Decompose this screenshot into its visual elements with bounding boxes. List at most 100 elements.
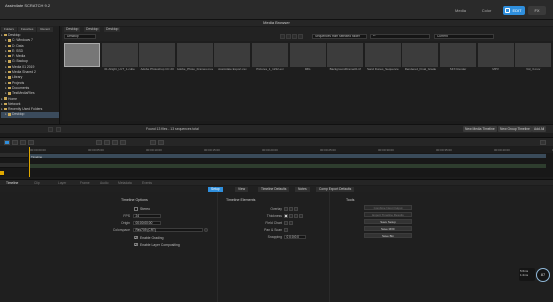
combine-nest-output-button[interactable]: Combine Nest Output	[364, 205, 412, 210]
thumbnail-image	[402, 43, 439, 67]
up-folder-button[interactable]	[292, 34, 297, 39]
save-bin-button[interactable]: Save Bin	[364, 233, 412, 238]
enable-layer-compositing-label: Enable Layer Compositing	[140, 242, 180, 247]
thumbnail-label: ...	[80, 67, 84, 71]
color-mode-tab[interactable]: Color	[478, 6, 495, 15]
colorspace-select[interactable]: Rec709 (CRT)	[133, 227, 203, 233]
media-thumbnail[interactable]: MPV	[477, 43, 514, 71]
mark-in-button[interactable]	[112, 140, 118, 145]
new-media-timeline-button[interactable]: New Media Timeline	[463, 126, 497, 132]
sidebar-tab-favorites[interactable]: Favorites	[18, 27, 37, 32]
folder-tree-label: Home	[8, 96, 18, 101]
colorspace-label: Colorspace	[112, 228, 130, 232]
select-tool-button[interactable]	[4, 140, 10, 145]
media-thumbnail[interactable]: Adobe_Photo_Frames.mov	[176, 43, 213, 71]
slip-tool-button[interactable]	[28, 140, 34, 145]
snapping-input[interactable]: 0 0:0:0:0	[284, 234, 306, 240]
mark-out-button[interactable]	[120, 140, 126, 145]
media-thumbnail[interactable]: Adobe Photoshop CC 20	[139, 43, 176, 71]
media-mode-tab[interactable]: Media	[452, 6, 469, 15]
sidebar-tab-recent[interactable]: Recent	[37, 27, 53, 32]
browser-tab-2[interactable]: Desktop	[84, 27, 101, 32]
ruler-timecode: 00:00:40:00	[494, 148, 510, 152]
media-thumbnail[interactable]: IMG	[289, 43, 326, 71]
zoom-in-button[interactable]	[158, 140, 164, 145]
export-timeline-results-button[interactable]: Export Timeline Results	[364, 212, 412, 217]
prev-edit-button[interactable]	[96, 140, 102, 145]
new-group-timeline-button[interactable]: New Group Timeline	[498, 126, 532, 132]
thumbnail-image	[289, 43, 326, 67]
browser-tab-3[interactable]: Desktop	[104, 27, 121, 32]
trim-tool-button[interactable]	[12, 140, 18, 145]
folder-icon	[8, 49, 11, 53]
found-files-text: Found 13 files - 13 sequences total	[146, 127, 199, 131]
colorspace-reset-icon[interactable]	[204, 228, 208, 232]
sort-select[interactable]: Current	[434, 34, 494, 39]
folder-icon	[8, 39, 11, 42]
thickness-label: Thickness	[266, 214, 282, 218]
thickness-option-3[interactable]	[294, 214, 298, 218]
enable-grading-label: Enable Grading	[140, 235, 164, 240]
audio-track-header[interactable]	[0, 163, 28, 168]
folder-tree-item[interactable]: ▸ Desktop	[1, 112, 59, 118]
browser-tab-1[interactable]: Desktop	[64, 27, 81, 32]
thickness-option-1[interactable]	[284, 214, 288, 218]
thickness-option-2[interactable]	[289, 214, 293, 218]
fps-input[interactable]: 24	[133, 213, 161, 219]
refresh-button[interactable]	[298, 34, 303, 39]
sidebar-tab-folders[interactable]: Folders	[1, 27, 18, 32]
media-thumbnail[interactable]: Pictures_1_1232.exr	[252, 43, 288, 71]
media-thumbnail[interactable]: Sand Dunes_Sequence	[364, 43, 401, 71]
next-edit-button[interactable]	[104, 140, 110, 145]
media-thumbnail[interactable]: Rendered_Final_Grade	[402, 43, 439, 71]
media-thumbnail[interactable]: 01 Alright_LUT_1.cube	[101, 43, 138, 71]
media-thumbnail[interactable]: SFX Render	[440, 43, 476, 71]
media-thumbnail[interactable]: ...	[64, 43, 100, 71]
audio-track-clip[interactable]	[29, 164, 546, 168]
thumbnail-image	[515, 43, 552, 67]
overlay-option-1[interactable]	[284, 207, 288, 211]
save-mxf-button[interactable]: Save MXF	[364, 226, 412, 231]
media-thumbnail[interactable]: Assimilate Export.csv	[214, 43, 251, 71]
thumbnail-label: Vid_3.mov	[526, 67, 541, 71]
forward-button[interactable]	[286, 34, 291, 39]
pan-scan-toggle[interactable]	[284, 228, 288, 232]
stereo-label: Stereo	[140, 207, 150, 211]
add-all-button[interactable]: Add All	[532, 126, 547, 132]
sequence-mode-select[interactable]: Sequences from selected folder	[312, 34, 367, 39]
back-button[interactable]	[280, 34, 285, 39]
snapping-label: Snapping	[267, 235, 282, 239]
timeline-options-button[interactable]	[540, 140, 546, 145]
media-thumbnail[interactable]: Vid_3.mov	[515, 43, 552, 71]
media-thumbnail[interactable]: BackgroundFrame01.tif	[327, 43, 364, 71]
folder-tree-label: Projects	[12, 80, 25, 85]
path-field[interactable]: Desktop	[64, 34, 96, 39]
video-track-clip[interactable]: Timeline	[29, 154, 546, 159]
save-setup-button[interactable]: Save Setup	[364, 219, 412, 224]
enable-grading-checkbox[interactable]	[134, 235, 138, 240]
folder-icon	[8, 76, 11, 79]
overlay-option-2[interactable]	[289, 207, 293, 211]
timeline-toolbar	[0, 137, 553, 146]
folder-icon	[8, 55, 11, 58]
origin-input[interactable]: 00:00:00:00	[133, 220, 161, 226]
thickness-option-4[interactable]	[299, 214, 303, 218]
enable-layer-compositing-checkbox[interactable]	[134, 242, 138, 247]
zoom-out-button[interactable]	[150, 140, 156, 145]
field-chart-toggle[interactable]	[284, 221, 288, 225]
filter-input[interactable]: **	[370, 34, 430, 39]
thumbnail-label: SFX Render	[449, 67, 467, 71]
razor-tool-button[interactable]	[20, 140, 26, 145]
timeline-elements-title: Timeline Elements	[226, 198, 256, 202]
fx-mode-tab[interactable]: FX	[528, 6, 546, 15]
list-view-button[interactable]	[48, 127, 53, 132]
folder-icon	[4, 97, 7, 100]
field-chart-option[interactable]	[289, 221, 293, 225]
stereo-checkbox[interactable]	[134, 207, 138, 211]
video-track-header[interactable]	[0, 153, 28, 158]
grid-view-button[interactable]	[56, 127, 61, 132]
playhead[interactable]	[29, 147, 30, 177]
ruler-timecode: 00:00:05:00	[88, 148, 104, 152]
overlay-option-3[interactable]	[294, 207, 298, 211]
inspector-tabs: Timeline Clip Layer Frame Audio Metadata…	[0, 179, 553, 185]
